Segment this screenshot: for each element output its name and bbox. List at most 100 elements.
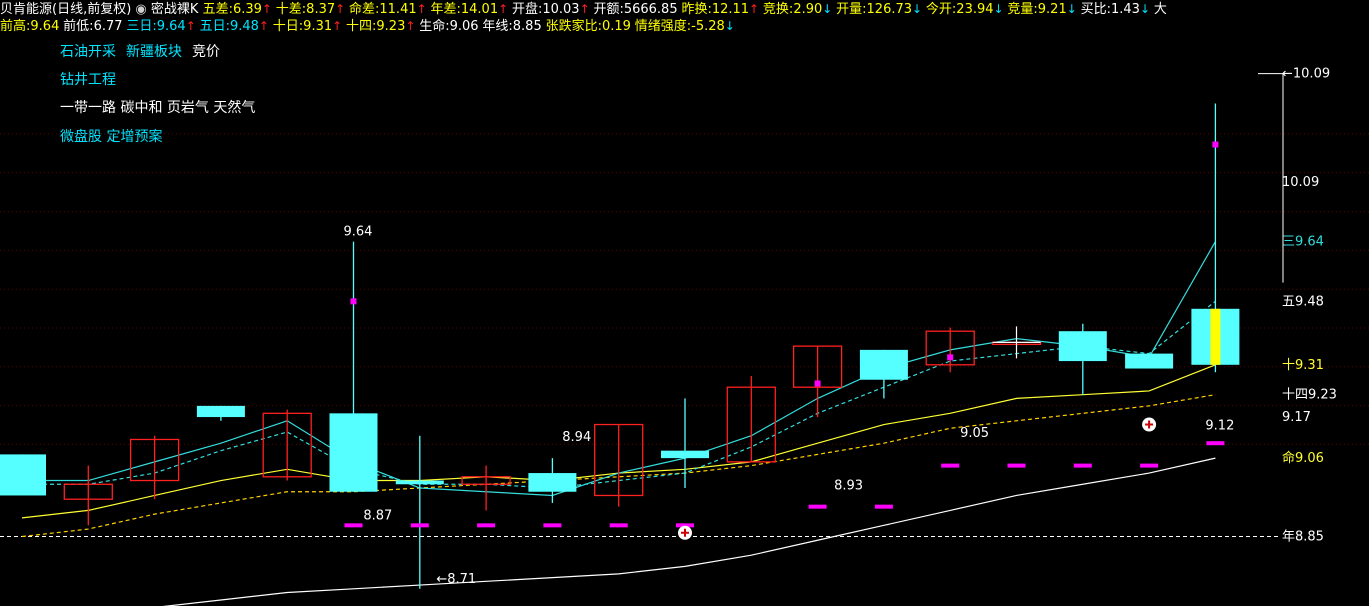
header-field-label: 十日: xyxy=(272,19,304,34)
header-field-value: -5.28 xyxy=(691,19,725,34)
right-axis-label: 五9.48 xyxy=(1282,294,1324,309)
signal-marker xyxy=(344,523,363,528)
arrow-icon: ↓ xyxy=(1066,2,1081,16)
header-field-label: 情绪强度: xyxy=(634,19,692,34)
header-field-value: 5666.85 xyxy=(623,2,678,17)
right-axis-label: 十四9.23 xyxy=(1282,388,1337,403)
signal-marker xyxy=(609,523,628,528)
price-label: 9.64 xyxy=(344,225,373,240)
candle-body xyxy=(1058,331,1107,362)
indicator-header-row-1: 贝肯能源(日线,前复权) ◉ 密战裸K 五差:6.39↑ 十差:8.37↑ 命差… xyxy=(0,0,1369,18)
header-field-label: 前低: xyxy=(63,19,94,34)
signal-marker xyxy=(941,463,960,468)
arrow-icon: ↑ xyxy=(749,2,763,16)
right-axis-label: 十9.31 xyxy=(1282,358,1324,373)
header-field-value: 9.06 xyxy=(449,19,479,34)
header-field-label: 生命: xyxy=(419,19,450,34)
header-field-value: 11.41 xyxy=(379,2,417,17)
signal-marker xyxy=(947,354,954,361)
header-field-value: 9.23 xyxy=(376,19,406,34)
right-axis-label: 三9.64 xyxy=(1282,235,1324,250)
header-field-label: 年差: xyxy=(430,2,461,17)
header-field-value: 8.37 xyxy=(306,2,336,17)
header-field-label: 开量: xyxy=(836,2,867,17)
header-field-label: 大 xyxy=(1153,2,1167,17)
header-field-value: 1.43 xyxy=(1111,2,1140,17)
right-axis-label: 10.09 xyxy=(1282,175,1319,190)
header-field-label: 今开: xyxy=(925,2,957,17)
candlestick-chart[interactable]: 9.64 8.87 ←8.71 8.94 8.93 9.05 9.12 ←10.09 10.09… xyxy=(0,36,1369,606)
candle-body xyxy=(395,480,444,485)
header-field-value: 6.77 xyxy=(93,19,123,34)
header-field-value: 9.48 xyxy=(229,19,259,34)
header-field-label: 年线: xyxy=(482,19,513,34)
candle-body xyxy=(859,349,908,380)
header-field-value: 9.31 xyxy=(303,19,333,34)
volume-highlight-bar xyxy=(1210,308,1221,365)
header-field-value: 126.73 xyxy=(866,2,913,17)
header-field-value: 14.01 xyxy=(460,2,499,17)
signal-marker xyxy=(477,523,496,528)
header-field-label: 张跌家比: xyxy=(545,19,602,34)
candle-body xyxy=(528,473,577,492)
arrow-icon: ↑ xyxy=(416,2,431,16)
arrow-icon: ↑ xyxy=(332,19,346,33)
header-field-value: 9.64 xyxy=(156,19,186,34)
header-field-value: 8.85 xyxy=(512,19,542,34)
price-label: 9.12 xyxy=(1205,419,1234,434)
header-field-label: 昨换: xyxy=(681,2,712,17)
price-label: 8.93 xyxy=(834,478,863,493)
signal-marker xyxy=(1007,463,1026,468)
signal-marker xyxy=(1140,463,1159,468)
header-field-value: 2.90 xyxy=(793,2,823,17)
signal-marker xyxy=(1206,441,1225,446)
header-field-label: 五差: xyxy=(202,2,233,17)
header-field-label: 竞换: xyxy=(762,2,794,17)
signal-marker xyxy=(814,380,821,387)
signal-marker xyxy=(350,298,357,305)
header-field-label: 买比: xyxy=(1080,2,1111,17)
arrow-icon: ↓ xyxy=(822,2,837,16)
crosshair-marker xyxy=(992,326,1041,359)
header-field-value: 6.39 xyxy=(232,2,262,17)
right-axis-label: 命9.06 xyxy=(1282,450,1324,466)
header-field-label: 三日: xyxy=(126,19,157,34)
arrow-icon: ↓ xyxy=(912,2,926,16)
chevron-down-circle-icon[interactable]: ◉ xyxy=(131,2,151,17)
header-field-label: 十四: xyxy=(346,19,377,34)
header-field-value: 23.94 xyxy=(956,2,994,17)
header-field-label: 五日: xyxy=(199,19,230,34)
arrow-icon: ↑ xyxy=(579,2,594,16)
header-field-value: 12.11 xyxy=(711,2,750,17)
arrow-icon: ↑ xyxy=(498,2,512,16)
signal-marker xyxy=(543,523,562,528)
indicator-name: 密战裸K xyxy=(150,2,203,17)
header-field-label: 竞量: xyxy=(1007,2,1038,17)
arrow-icon: ↑ xyxy=(185,19,200,33)
candle-body xyxy=(0,454,46,496)
signal-marker xyxy=(874,504,893,509)
header-field-label: 开额: xyxy=(593,2,624,17)
price-label: ←8.71 xyxy=(436,572,476,587)
candle-body xyxy=(661,450,709,459)
right-axis-label: 年8.85 xyxy=(1282,530,1324,545)
signal-marker xyxy=(1212,141,1219,148)
arrow-icon: ↑ xyxy=(405,19,420,33)
right-axis-label: ←10.09 xyxy=(1282,67,1330,82)
header-field-label: 开盘: xyxy=(511,2,543,17)
signal-marker xyxy=(1073,463,1092,468)
header-field-label: 十差: xyxy=(275,2,307,17)
header-field-value: 0.19 xyxy=(601,19,631,34)
price-label: 8.94 xyxy=(562,430,591,445)
arrow-icon: ↑ xyxy=(258,19,273,33)
signal-marker xyxy=(410,523,429,528)
arrow-icon: ↑ xyxy=(335,2,349,16)
candle-body xyxy=(196,405,245,418)
arrow-icon: ↓ xyxy=(1139,2,1154,16)
price-label: 8.87 xyxy=(363,508,392,523)
arrow-icon: ↑ xyxy=(261,2,276,16)
signal-marker xyxy=(808,504,827,509)
stock-title: 贝肯能源(日线,前复权) xyxy=(0,2,132,17)
header-field-value: 9.64 xyxy=(30,19,60,34)
arrow-icon: ↓ xyxy=(993,2,1008,16)
